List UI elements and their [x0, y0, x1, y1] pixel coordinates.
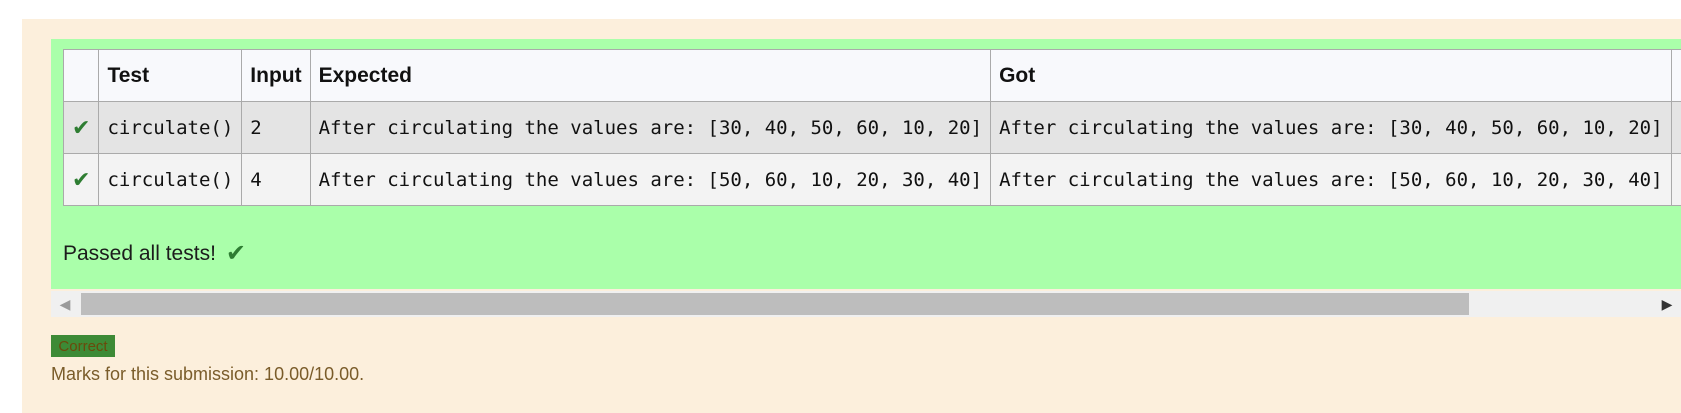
cell-test: circulate()	[98, 153, 243, 206]
cell-got: After circulating the values are: [30, 4…	[990, 101, 1672, 154]
table-row: ✔ circulate() 2 After circulating the va…	[62, 101, 1681, 154]
row-status: ✔	[62, 153, 100, 206]
marks-text: Marks for this submission: 10.00/10.00.	[51, 364, 365, 384]
row-status-right: ✔	[1670, 153, 1681, 206]
header-test: Test	[98, 49, 243, 102]
cell-expected: After circulating the values are: [30, 4…	[309, 101, 992, 154]
scroll-left-arrow-icon[interactable]: ◀	[51, 291, 79, 317]
check-icon: ✔	[72, 114, 91, 140]
correct-badge: Correct	[51, 335, 115, 357]
header-input: Input	[241, 49, 311, 102]
header-expected: Expected	[309, 49, 992, 102]
cell-got: After circulating the values are: [50, 6…	[990, 153, 1672, 206]
scrollbar-thumb[interactable]	[81, 293, 1469, 315]
passed-all-tests-message: Passed all tests! ✔	[63, 239, 246, 268]
cell-expected: After circulating the values are: [50, 6…	[309, 153, 992, 206]
table-header-row: Test Input Expected Got	[62, 49, 1681, 102]
check-icon: ✔	[225, 240, 247, 267]
header-got: Got	[990, 49, 1672, 102]
passed-text: Passed all tests!	[63, 241, 216, 265]
cell-input: 4	[241, 153, 311, 206]
cell-test: circulate()	[98, 101, 243, 154]
header-status	[62, 49, 100, 102]
question-outcome: Test Input Expected Got ✔ circulate() 2 …	[22, 19, 1681, 413]
scroll-right-arrow-icon[interactable]: ▶	[1653, 291, 1681, 317]
table-row: ✔ circulate() 4 After circulating the va…	[62, 153, 1681, 206]
row-status-right: ✔	[1670, 101, 1681, 154]
results-table: Test Input Expected Got ✔ circulate() 2 …	[62, 49, 1681, 206]
horizontal-scrollbar[interactable]: ◀ ▶	[51, 291, 1681, 317]
check-icon: ✔	[72, 166, 91, 192]
row-status: ✔	[62, 101, 100, 154]
cell-input: 2	[241, 101, 311, 154]
test-results-panel: Test Input Expected Got ✔ circulate() 2 …	[51, 39, 1681, 289]
header-status-right	[1670, 49, 1681, 102]
